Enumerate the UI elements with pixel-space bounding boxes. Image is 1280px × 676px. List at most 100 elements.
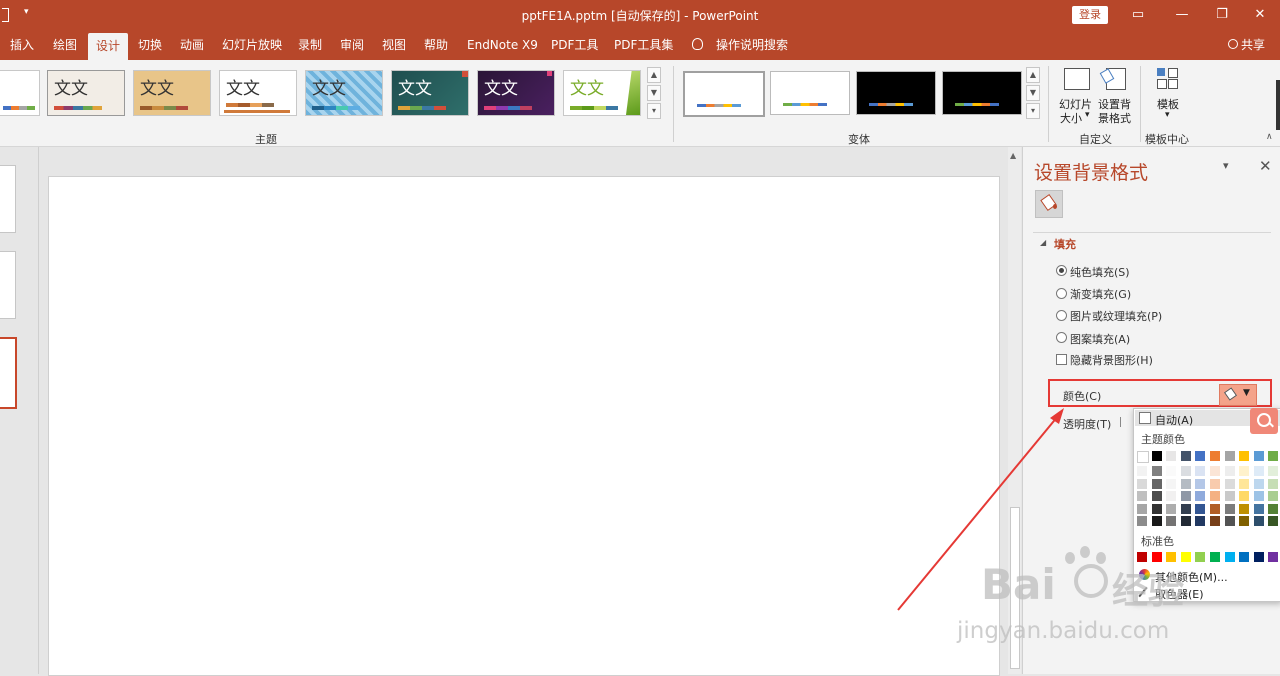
theme-color-shade-swatch[interactable] <box>1180 478 1191 489</box>
theme-color-shade-swatch[interactable] <box>1195 503 1206 514</box>
theme-color-shade-swatch[interactable] <box>1180 516 1191 526</box>
gradient-fill-radio[interactable] <box>1056 288 1067 299</box>
pattern-fill-radio[interactable] <box>1056 332 1067 343</box>
variant-thumbnail-2[interactable] <box>770 71 850 115</box>
standard-color-swatch[interactable] <box>1195 552 1206 562</box>
theme-color-shade-swatch[interactable] <box>1137 466 1147 476</box>
theme-color-swatch[interactable] <box>1137 451 1149 463</box>
theme-thumbnail-2[interactable]: 文文 <box>47 70 125 116</box>
transparency-slider[interactable] <box>1120 417 1121 427</box>
tab-draw[interactable]: 绘图 <box>53 30 77 60</box>
theme-color-swatch[interactable] <box>1239 451 1250 461</box>
theme-color-swatch[interactable] <box>1166 451 1177 461</box>
theme-color-shade-swatch[interactable] <box>1224 466 1235 476</box>
slide-thumbnail-2[interactable] <box>0 251 16 319</box>
theme-color-shade-swatch[interactable] <box>1239 503 1250 514</box>
theme-color-swatch[interactable] <box>1268 451 1279 461</box>
tell-me-search[interactable]: 操作说明搜索 <box>716 30 788 60</box>
theme-color-swatch[interactable] <box>1151 451 1162 461</box>
theme-color-shade-swatch[interactable] <box>1166 503 1177 514</box>
theme-thumbnail-8[interactable]: 文文 <box>563 70 641 116</box>
theme-thumbnail-1[interactable] <box>0 70 40 116</box>
theme-thumbnail-6[interactable]: 文文 <box>391 70 469 116</box>
picture-fill-label[interactable]: 图片或纹理填充(P) <box>1070 308 1162 324</box>
theme-color-shade-swatch[interactable] <box>1166 466 1177 476</box>
theme-color-shade-swatch[interactable] <box>1210 491 1220 501</box>
template-button[interactable]: 模板 ▾ <box>1152 66 1184 128</box>
standard-color-swatch[interactable] <box>1210 552 1220 562</box>
standard-color-swatch[interactable] <box>1239 552 1250 562</box>
variant-thumbnail-3[interactable] <box>856 71 936 115</box>
tab-pdf-toolset[interactable]: PDF工具集 <box>614 30 673 60</box>
theme-color-shade-swatch[interactable] <box>1210 516 1220 526</box>
standard-color-swatch[interactable] <box>1224 552 1235 562</box>
theme-color-shade-swatch[interactable] <box>1239 491 1250 501</box>
theme-color-shade-swatch[interactable] <box>1180 466 1191 476</box>
standard-color-swatch[interactable] <box>1180 552 1191 562</box>
theme-color-shade-swatch[interactable] <box>1151 478 1162 489</box>
theme-thumbnail-3[interactable]: 文文 <box>133 70 211 116</box>
theme-color-shade-swatch[interactable] <box>1253 491 1264 501</box>
theme-color-shade-swatch[interactable] <box>1268 491 1279 501</box>
themes-scroll-up-icon[interactable]: ▲ <box>647 67 661 83</box>
slide-thumbnail-1[interactable] <box>0 165 16 233</box>
theme-color-shade-swatch[interactable] <box>1137 516 1147 526</box>
theme-thumbnail-5[interactable]: 文文 <box>305 70 383 116</box>
minimize-icon[interactable]: — <box>1160 0 1204 30</box>
theme-thumbnail-7[interactable]: 文文 <box>477 70 555 116</box>
standard-color-swatch[interactable] <box>1166 552 1177 562</box>
variant-thumbnail-4[interactable] <box>942 71 1022 115</box>
scroll-up-icon[interactable]: ▲ <box>1010 151 1016 160</box>
tab-pdf-tools[interactable]: PDF工具 <box>551 30 598 60</box>
theme-color-shade-swatch[interactable] <box>1268 466 1279 476</box>
theme-color-shade-swatch[interactable] <box>1224 516 1235 526</box>
theme-color-shade-swatch[interactable] <box>1224 478 1235 489</box>
themes-scroll-down-icon[interactable]: ▼ <box>647 85 661 101</box>
tab-view[interactable]: 视图 <box>382 30 406 60</box>
theme-color-shade-swatch[interactable] <box>1166 478 1177 489</box>
pattern-fill-label[interactable]: 图案填充(A) <box>1070 331 1130 347</box>
theme-color-swatch[interactable] <box>1224 451 1235 461</box>
tab-endnote[interactable]: EndNote X9 <box>467 30 538 60</box>
standard-color-swatch[interactable] <box>1137 552 1147 562</box>
pane-options-icon[interactable]: ▾ <box>1223 159 1229 172</box>
tab-transitions[interactable]: 切换 <box>138 30 162 60</box>
tab-record[interactable]: 录制 <box>298 30 322 60</box>
standard-color-swatch[interactable] <box>1253 552 1264 562</box>
theme-color-shade-swatch[interactable] <box>1253 503 1264 514</box>
theme-color-shade-swatch[interactable] <box>1166 516 1177 526</box>
ribbon-display-icon[interactable]: ▭ <box>1116 0 1160 30</box>
theme-color-shade-swatch[interactable] <box>1239 466 1250 476</box>
slide-canvas[interactable] <box>48 176 1000 676</box>
theme-color-shade-swatch[interactable] <box>1195 491 1206 501</box>
theme-color-shade-swatch[interactable] <box>1151 491 1162 501</box>
standard-color-swatch[interactable] <box>1151 552 1162 562</box>
theme-color-shade-swatch[interactable] <box>1239 516 1250 526</box>
pane-close-icon[interactable]: ✕ <box>1259 157 1272 175</box>
variants-more-icon[interactable]: ▾ <box>1026 103 1040 119</box>
theme-color-swatch[interactable] <box>1195 451 1206 461</box>
tab-design[interactable]: 设计 <box>88 33 128 60</box>
theme-color-shade-swatch[interactable] <box>1151 516 1162 526</box>
theme-color-shade-swatch[interactable] <box>1210 503 1220 514</box>
theme-color-shade-swatch[interactable] <box>1137 491 1147 501</box>
theme-color-shade-swatch[interactable] <box>1166 491 1177 501</box>
theme-color-shade-swatch[interactable] <box>1253 516 1264 526</box>
theme-color-shade-swatch[interactable] <box>1151 466 1162 476</box>
theme-color-shade-swatch[interactable] <box>1268 478 1279 489</box>
theme-color-shade-swatch[interactable] <box>1224 503 1235 514</box>
hide-background-label[interactable]: 隐藏背景图形(H) <box>1070 352 1153 368</box>
theme-color-shade-swatch[interactable] <box>1253 478 1264 489</box>
variants-scroll-down-icon[interactable]: ▼ <box>1026 85 1040 101</box>
tab-review[interactable]: 审阅 <box>340 30 364 60</box>
fill-section-toggle-icon[interactable]: ◢ <box>1040 238 1046 247</box>
tab-animations[interactable]: 动画 <box>180 30 204 60</box>
theme-color-shade-swatch[interactable] <box>1253 466 1264 476</box>
color-picker-button[interactable]: ▼ <box>1219 384 1257 406</box>
tab-help[interactable]: 帮助 <box>424 30 448 60</box>
search-magnifier-icon[interactable] <box>1250 408 1278 434</box>
hide-background-checkbox[interactable] <box>1056 354 1067 365</box>
gradient-fill-label[interactable]: 渐变填充(G) <box>1070 286 1131 302</box>
theme-color-shade-swatch[interactable] <box>1195 466 1206 476</box>
theme-color-shade-swatch[interactable] <box>1268 503 1279 514</box>
